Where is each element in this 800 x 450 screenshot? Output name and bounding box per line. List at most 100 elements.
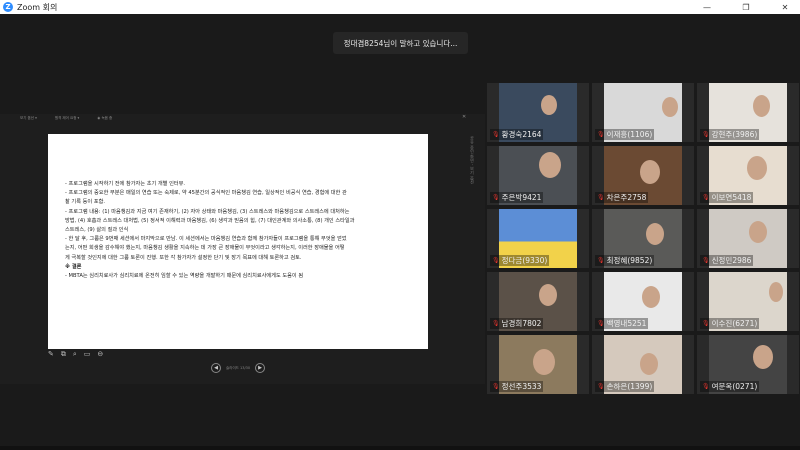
participant-name-label: 🎙 주은박9421 <box>490 192 544 203</box>
participant-face <box>749 221 767 243</box>
presentation-slide: - 프로그램을 시작하기 전에 참가자는 초기 개별 인터뷰. - 프로그램의 … <box>48 134 428 349</box>
slide-line: - 프로그램의 중요한 부분은 매일의 연습 또는 숙제로, 약 45분간의 공… <box>65 190 347 197</box>
participant-name: 이보연5418 <box>711 193 752 202</box>
participant-name: 강현주(3986) <box>711 130 758 139</box>
annotation-tools: ✎ ⧉ ⌕ ▭ ⊖ <box>48 350 103 359</box>
participant-name-label: 🎙 차은주2758 <box>595 192 649 203</box>
participant-face <box>640 160 660 184</box>
slide-line: - MBTA는 심리치료사가 심리치료에 온전히 임할 수 있는 역량을 개발하… <box>65 273 304 280</box>
slide-line: - 한 달 후, 그룹은 9번째 세션에서 마지막으로 만남. 이 세션에서는 … <box>65 236 347 243</box>
slide-line: 찰 기록 등이 포함. <box>65 199 106 206</box>
participant-tile[interactable]: 🎙 백영내5251 <box>592 272 694 331</box>
participant-name: 이수진(6271) <box>711 319 758 328</box>
title-bar: Z Zoom 회의 — ❐ ✕ <box>0 0 800 14</box>
participant-face <box>533 349 555 375</box>
mic-muted-icon: 🎙 <box>492 383 500 390</box>
remote-control-tab[interactable]: 원격 제어 요청 ▾ <box>55 116 79 121</box>
participant-name-label: 🎙 이보연5418 <box>700 192 754 203</box>
mic-muted-icon: 🎙 <box>597 131 605 138</box>
slide-line: 방법, (4) 호흡과 스트레스 대처법, (5) 정서적 이해력과 마음챙김,… <box>65 217 355 224</box>
mic-muted-icon: 🎙 <box>492 194 500 201</box>
participant-tile[interactable]: 🎙 신정민2986 <box>697 209 799 268</box>
participant-name: 신정민2986 <box>711 256 752 265</box>
mic-muted-icon: 🎙 <box>597 320 605 327</box>
pen-icon[interactable]: ✎ <box>48 350 54 359</box>
participant-name-label: 🎙 여문옥(0271) <box>700 381 760 392</box>
participant-tile[interactable]: 🎙 이보연5418 <box>697 146 799 205</box>
participant-face <box>541 95 557 115</box>
participant-tile[interactable]: 🎙 이수진(6271) <box>697 272 799 331</box>
participant-tile[interactable]: 🎙 황경숙2164 <box>487 83 589 142</box>
participant-tile[interactable]: 🎙 정선주3533 <box>487 335 589 394</box>
view-options-tab[interactable]: 보기 옵션 ▾ <box>20 116 37 121</box>
participant-tile[interactable]: 🎙 남경희7802 <box>487 272 589 331</box>
share-toolbar: 보기 옵션 ▾ 원격 제어 요청 ▾ ◉ 녹음 중 <box>20 114 112 122</box>
participant-face <box>769 282 783 302</box>
mic-muted-icon: 🎙 <box>597 257 605 264</box>
shared-screen[interactable]: 보기 옵션 ▾ 원격 제어 요청 ▾ ◉ 녹음 중 ✕ 공유 중인 화면 - 보… <box>0 114 485 384</box>
mic-muted-icon: 🎙 <box>702 131 710 138</box>
participant-name-label: 🎙 손하은(1399) <box>595 381 655 392</box>
participant-name-label: 🎙 신정민2986 <box>700 255 754 266</box>
mic-muted-icon: 🎙 <box>702 257 710 264</box>
participant-face <box>539 152 561 178</box>
participant-tile[interactable]: 🎙 손하은(1399) <box>592 335 694 394</box>
mic-muted-icon: 🎙 <box>492 320 500 327</box>
slide-text: - 프로그램을 시작하기 전에 참가자는 초기 개별 인터뷰. - 프로그램의 … <box>65 180 417 281</box>
participant-name: 손하은(1399) <box>606 382 653 391</box>
close-button[interactable]: ✕ <box>772 0 798 14</box>
participant-face <box>642 286 660 308</box>
meeting-stage: 정대겸8254님이 말하고 있습니다... 보기 옵션 ▾ 원격 제어 요청 ▾… <box>0 14 800 450</box>
screen-icon[interactable]: ▭ <box>84 350 91 359</box>
participant-name: 백영내5251 <box>606 319 647 328</box>
participant-name-label: 🎙 이재흥(1106) <box>595 129 655 140</box>
zoom-logo-icon: Z <box>3 2 13 12</box>
participant-tile[interactable]: 🎙 최정혜(9852) <box>592 209 694 268</box>
minimize-button[interactable]: — <box>694 0 720 14</box>
slide-line: 스트레스, (9) 삶의 질과 인식 <box>65 227 129 234</box>
participant-face <box>539 284 557 306</box>
participant-name: 이재흥(1106) <box>606 130 653 139</box>
participant-tile[interactable]: 🎙 차은주2758 <box>592 146 694 205</box>
mic-muted-icon: 🎙 <box>597 383 605 390</box>
participant-name: 최정혜(9852) <box>606 256 653 265</box>
mic-muted-icon: 🎙 <box>597 194 605 201</box>
slide-line: - 프로그램 내용: (1) 마음챙김과 지금 여기 존재하기, (2) 자아 … <box>65 208 350 215</box>
participant-gallery: 🎙 황경숙2164 🎙 이재흥(1106) 🎙 강현주(3986) 🎙 주은박9421 🎙 차은주… <box>487 83 799 395</box>
side-caption: 공유 중인 화면 - 보기 옵션 <box>470 136 475 184</box>
slide-heading: ※ 결론 <box>65 263 82 270</box>
recording-tab[interactable]: ◉ 녹음 중 <box>97 116 112 121</box>
copy-icon[interactable]: ⧉ <box>61 350 66 359</box>
participant-tile[interactable]: 🎙 여문옥(0271) <box>697 335 799 394</box>
participant-tile[interactable]: 🎙 정다금(9330) <box>487 209 589 268</box>
participant-name: 여문옥(0271) <box>711 382 758 391</box>
window-title: Zoom 회의 <box>17 2 58 12</box>
participant-name: 황경숙2164 <box>501 130 542 139</box>
participant-name-label: 🎙 남경희7802 <box>490 318 544 329</box>
mic-muted-icon: 🎙 <box>702 194 710 201</box>
participant-tile[interactable]: 🎙 주은박9421 <box>487 146 589 205</box>
participant-tile[interactable]: 🎙 강현주(3986) <box>697 83 799 142</box>
participant-name: 차은주2758 <box>606 193 647 202</box>
slide-line: - 프로그램을 시작하기 전에 참가자는 초기 개별 인터뷰. <box>65 181 186 187</box>
share-close-icon[interactable]: ✕ <box>462 114 466 120</box>
participant-name-label: 🎙 정선주3533 <box>490 381 544 392</box>
mic-muted-icon: 🎙 <box>702 383 710 390</box>
search-icon[interactable]: ⌕ <box>73 350 77 359</box>
participant-name-label: 🎙 백영내5251 <box>595 318 649 329</box>
participant-face <box>640 353 658 375</box>
bottom-bar <box>0 446 800 450</box>
slide-pager: ◀ 슬라이드 13/30 ▶ <box>211 363 266 373</box>
participant-tile[interactable]: 🎙 이재흥(1106) <box>592 83 694 142</box>
next-slide-icon[interactable]: ▶ <box>255 363 266 373</box>
participant-name: 정다금(9330) <box>501 256 548 265</box>
participant-name: 남경희7802 <box>501 319 542 328</box>
participant-name: 주은박9421 <box>501 193 542 202</box>
prev-slide-icon[interactable]: ◀ <box>211 363 221 373</box>
zoom-out-icon[interactable]: ⊖ <box>97 350 103 359</box>
maximize-button[interactable]: ❐ <box>733 0 759 14</box>
slide-line: 게 극복할 것인지에 대한 그룹 토론이 진행. 또한 각 참가자가 설정한 단… <box>65 254 302 261</box>
speaking-notification: 정대겸8254님이 말하고 있습니다... <box>333 32 468 54</box>
participant-face <box>753 345 773 369</box>
participant-face <box>646 223 664 245</box>
